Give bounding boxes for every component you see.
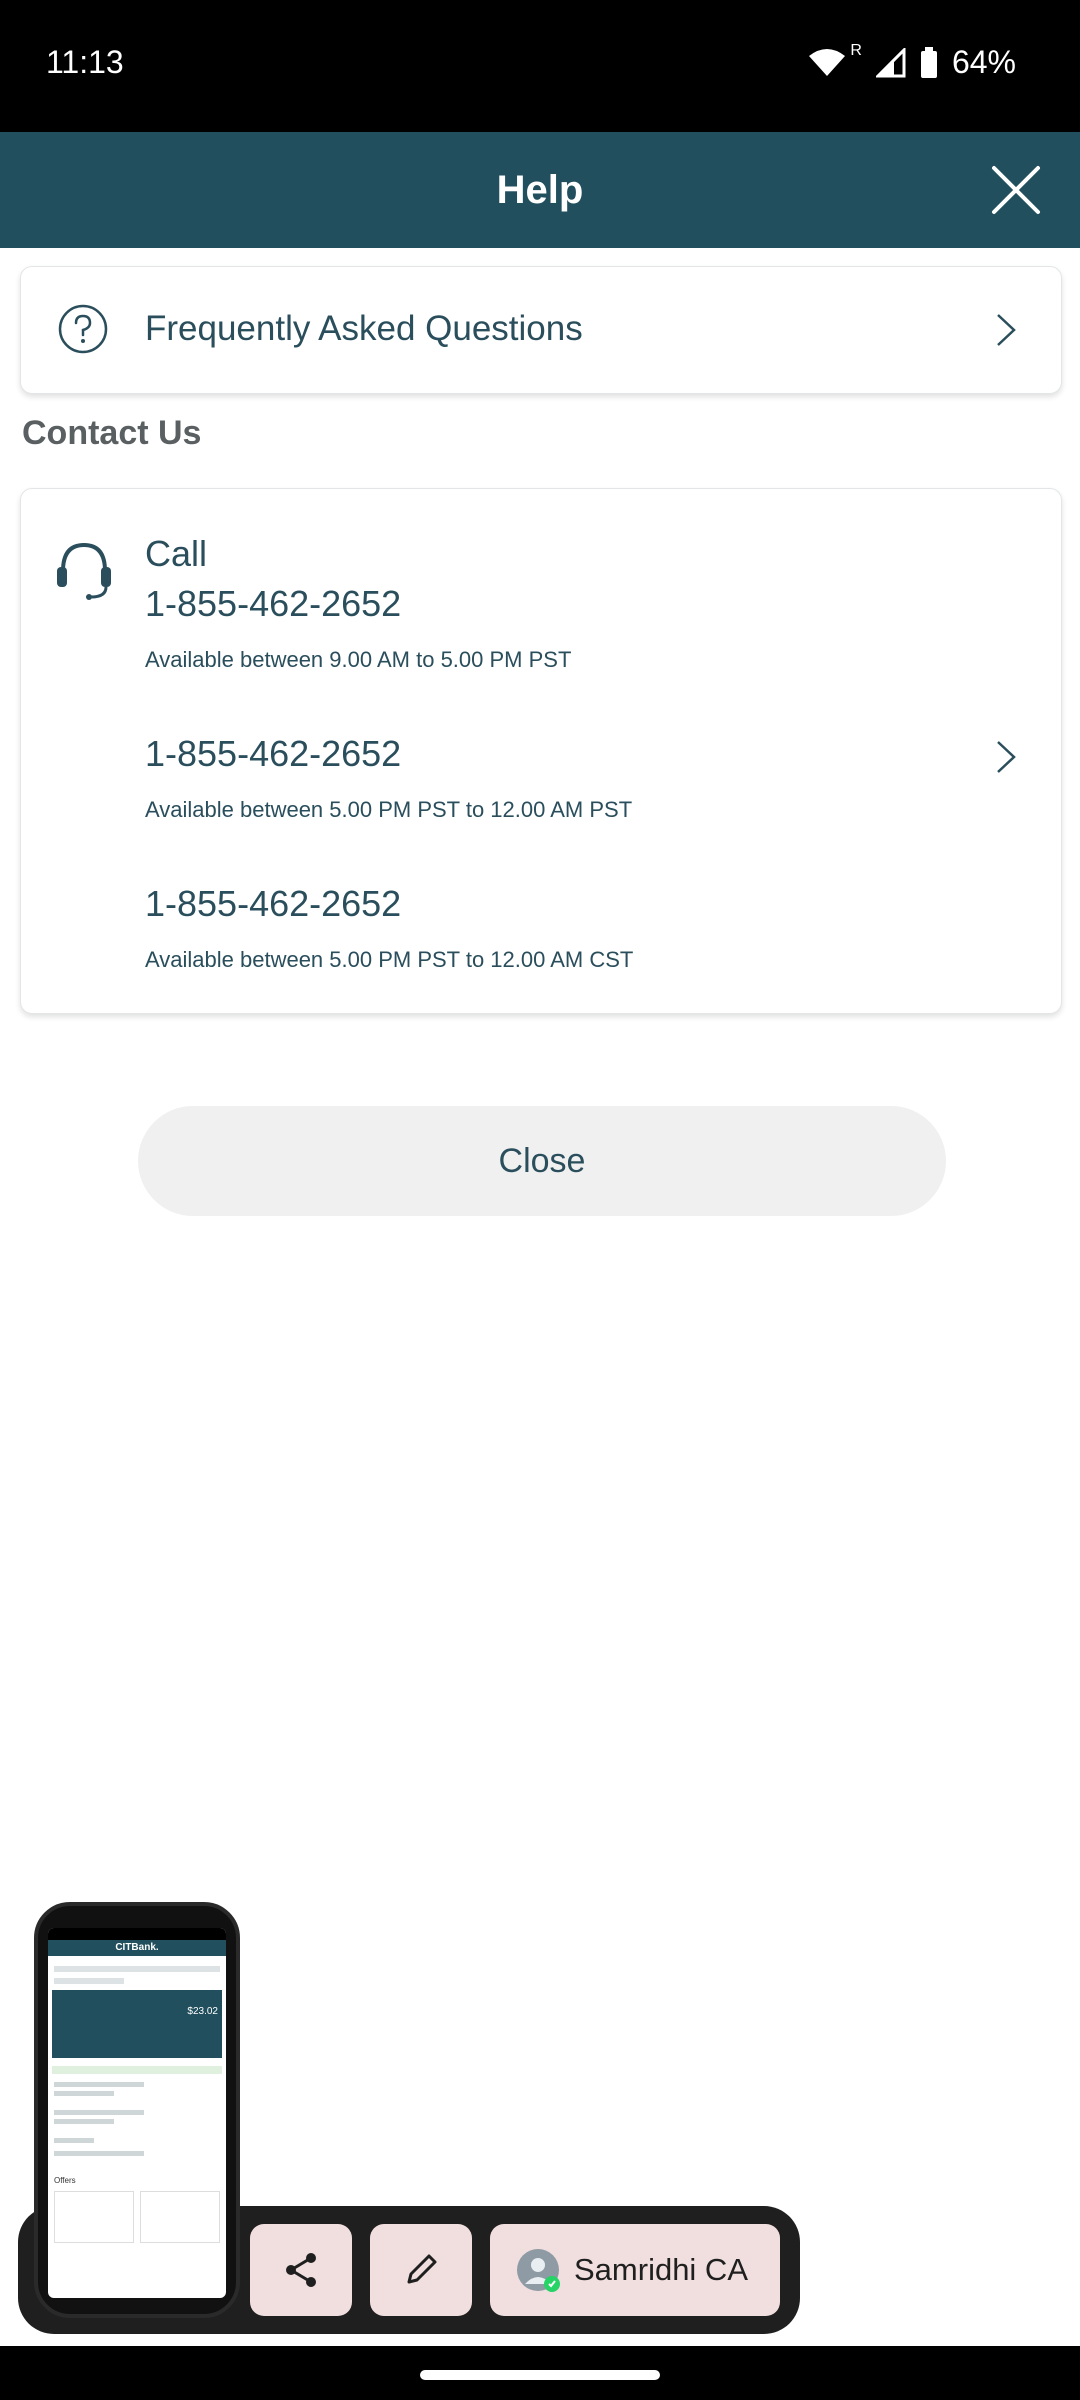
phone-number-1[interactable]: 1-855-462-2652 xyxy=(145,583,401,625)
contact-card: Call 1-855-462-2652 Available between 9.… xyxy=(20,488,1062,1014)
thumbnail-line xyxy=(54,2119,114,2124)
edit-button[interactable] xyxy=(370,2224,472,2316)
thumbnail-balance: $23.02 xyxy=(187,2006,218,2017)
thumbnail-line xyxy=(54,2151,144,2156)
page-title: Help xyxy=(496,167,584,212)
thumbnail-line xyxy=(54,1966,220,1972)
contact-name: Samridhi CA xyxy=(574,2252,748,2287)
screenshot-thumbnail[interactable]: CITBank. $23.02 Offers xyxy=(34,1902,240,2318)
availability-3: Available between 5.00 PM PST to 12.00 A… xyxy=(145,947,634,972)
thumbnail-brand: CITBank. xyxy=(48,1940,226,1956)
thumbnail-offer-card xyxy=(54,2191,134,2243)
status-bar: 11:13 R 64% xyxy=(0,0,1080,132)
thumbnail-statusbar xyxy=(48,1928,226,1940)
thumbnail-line xyxy=(52,2066,222,2074)
thumbnail-account-card: $23.02 xyxy=(52,1990,222,2058)
thumbnail-offer-cards xyxy=(54,2191,220,2243)
thumbnail-line xyxy=(54,2082,144,2087)
share-icon xyxy=(286,2253,316,2287)
battery-icon xyxy=(920,46,937,78)
thumbnail-line xyxy=(54,1978,124,1984)
thumbnail-offers: Offers xyxy=(54,2176,76,2185)
gesture-handle[interactable] xyxy=(420,2370,660,2380)
availability-2: Available between 5.00 PM PST to 12.00 A… xyxy=(145,797,633,822)
signal-icon xyxy=(875,47,906,77)
close-button[interactable]: Close xyxy=(138,1106,946,1216)
wifi-icon xyxy=(809,48,846,76)
contact-avatar xyxy=(517,2249,560,2292)
share-to-contact-button[interactable]: Samridhi CA xyxy=(490,2224,780,2316)
chevron-right-icon[interactable] xyxy=(995,739,1017,775)
call-label: Call xyxy=(145,533,208,574)
status-time: 11:13 xyxy=(46,44,124,80)
faq-item[interactable]: Frequently Asked Questions xyxy=(20,266,1062,394)
status-icons: R 64% xyxy=(808,41,1016,81)
faq-label: Frequently Asked Questions xyxy=(145,309,583,348)
contact-us-heading: Contact Us xyxy=(22,414,202,452)
thumbnail-line xyxy=(54,2110,144,2115)
app-bar: Help xyxy=(0,132,1080,248)
question-circle-icon xyxy=(58,304,108,354)
pencil-icon xyxy=(407,2254,437,2284)
phone-number-2[interactable]: 1-855-462-2652 xyxy=(145,733,401,775)
close-icon[interactable] xyxy=(988,162,1044,218)
headset-icon xyxy=(57,542,111,600)
roaming-indicator: R xyxy=(850,41,862,59)
thumbnail-screen: CITBank. $23.02 Offers xyxy=(48,1928,226,2298)
availability-1: Available between 9.00 AM to 5.00 PM PST xyxy=(145,647,572,672)
battery-percent: 64% xyxy=(951,44,1016,80)
thumbnail-offer-card xyxy=(140,2191,220,2243)
chevron-right-icon xyxy=(997,314,1016,346)
phone-number-3[interactable]: 1-855-462-2652 xyxy=(145,883,401,925)
thumbnail-line xyxy=(54,2138,94,2143)
share-button[interactable] xyxy=(250,2224,352,2316)
thumbnail-line xyxy=(54,2091,114,2096)
